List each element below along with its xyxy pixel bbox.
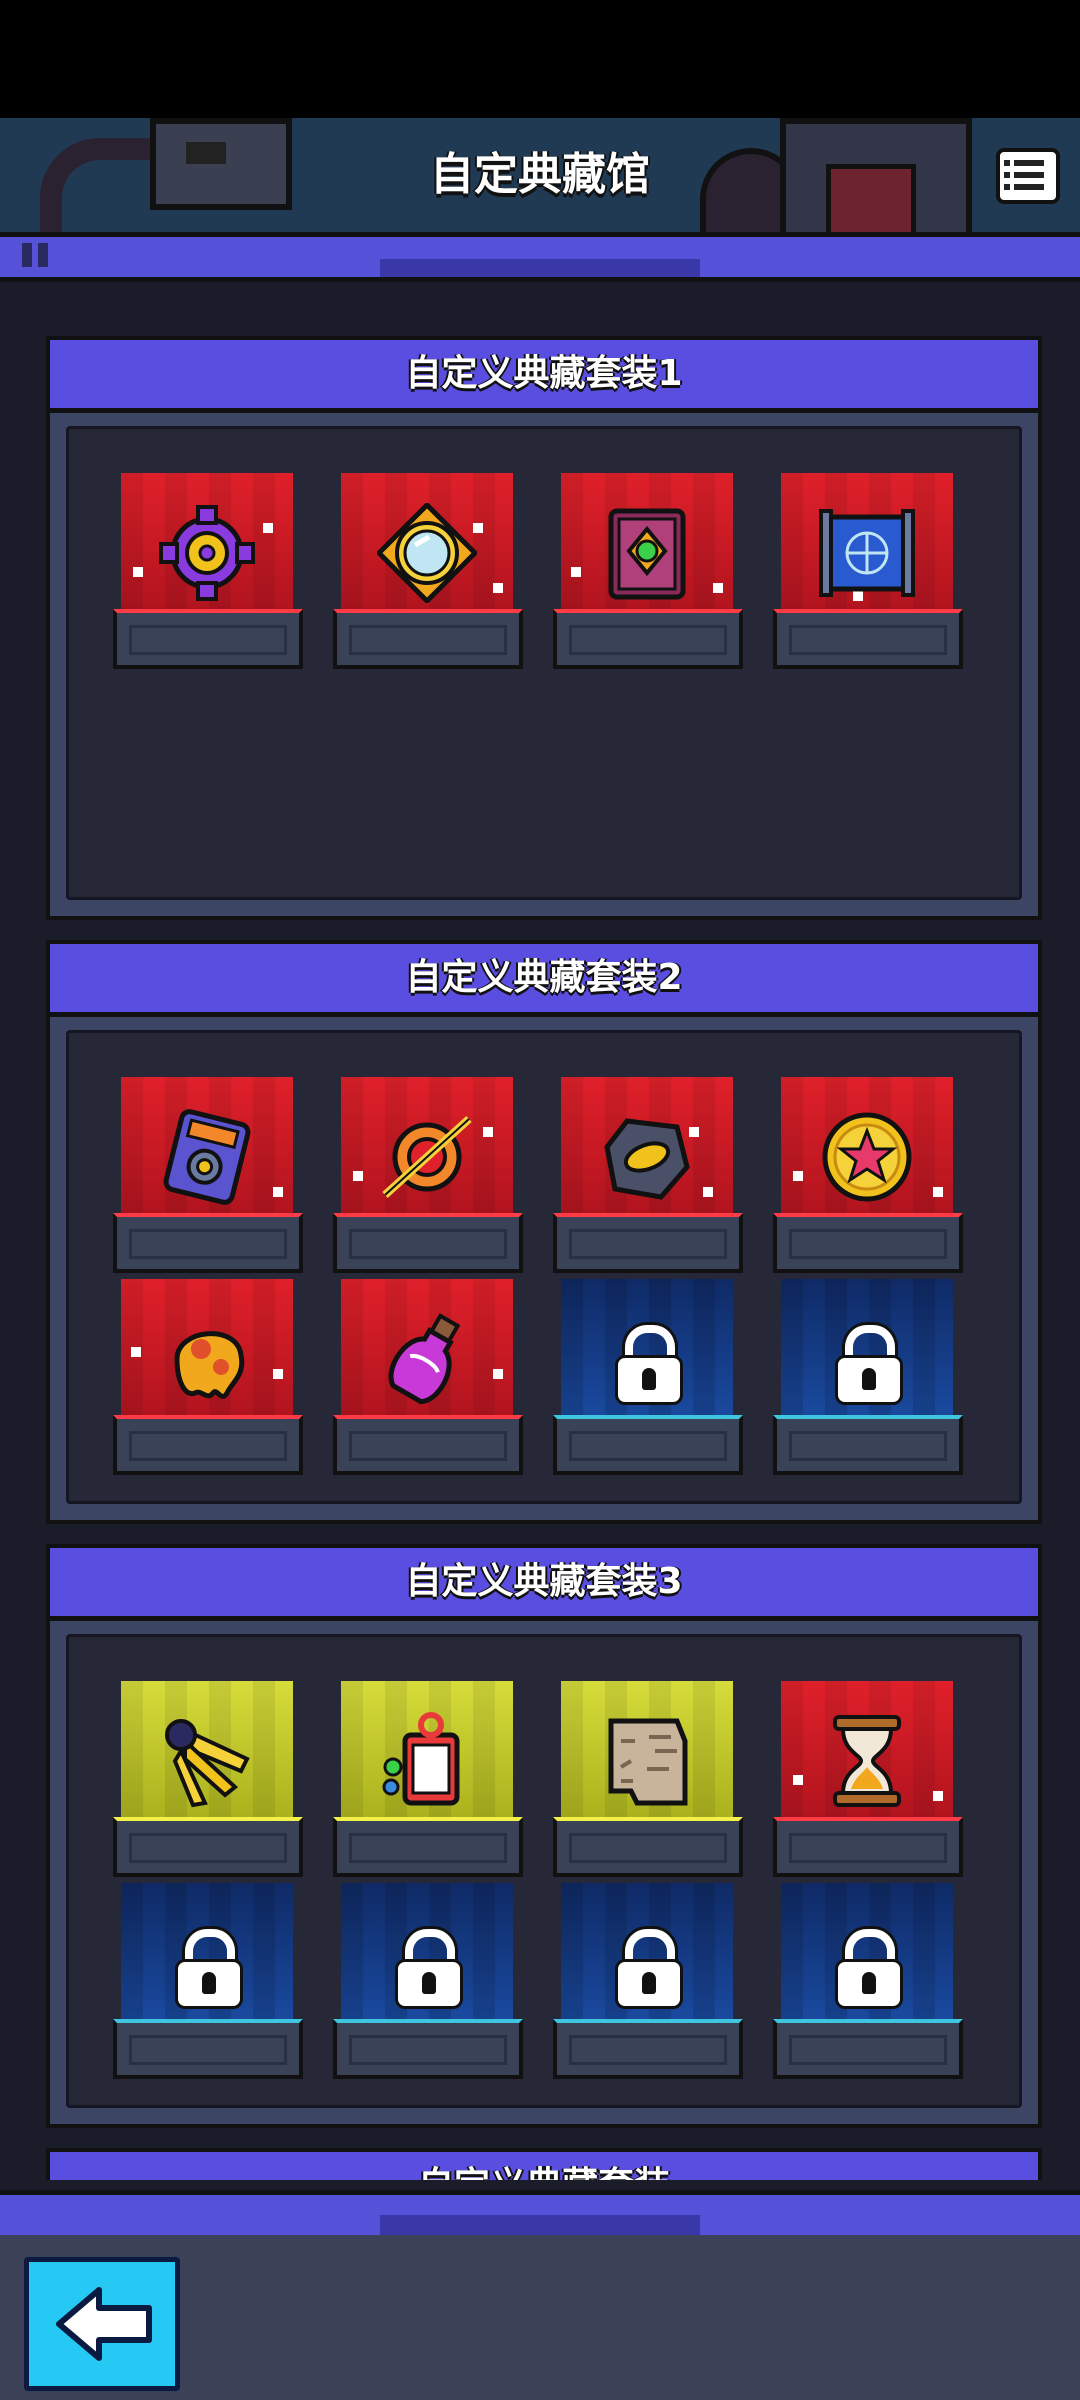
stone-tablet-icon bbox=[608, 1718, 688, 1806]
device-panel-icon bbox=[163, 1109, 251, 1205]
collection-slot[interactable] bbox=[553, 1077, 743, 1277]
collection-slot[interactable] bbox=[553, 473, 743, 673]
golden-mirror-icon bbox=[377, 503, 477, 603]
locked-slot[interactable] bbox=[553, 1279, 743, 1479]
hourglass-icon bbox=[833, 1715, 901, 1807]
lock-icon bbox=[391, 1929, 463, 2009]
status-bar bbox=[0, 0, 1080, 118]
locked-slot[interactable] bbox=[333, 1883, 523, 2083]
footer-bar bbox=[0, 2235, 1080, 2400]
collection-slot[interactable] bbox=[113, 1279, 303, 1479]
header-stripe bbox=[0, 232, 1080, 282]
locked-slot[interactable] bbox=[113, 1883, 303, 2083]
back-arrow-icon bbox=[56, 2287, 152, 2361]
lock-icon bbox=[611, 1325, 683, 1405]
collection-set-4: 自定义典藏套装 bbox=[46, 2148, 1042, 2180]
collection-slot[interactable] bbox=[113, 473, 303, 673]
collection-slot[interactable] bbox=[333, 1077, 523, 1277]
collection-slot[interactable] bbox=[333, 473, 523, 673]
collection-set-2: 自定义典藏套装2 bbox=[46, 940, 1042, 1524]
collection-list[interactable]: 自定义典藏套装1 自定义典藏套装2 自定义典藏套装3 bbox=[0, 280, 1080, 2180]
collection-slot[interactable] bbox=[113, 1077, 303, 1277]
collection-set-1: 自定义典藏套装1 bbox=[46, 336, 1042, 920]
collection-slot[interactable] bbox=[553, 1681, 743, 1881]
list-icon[interactable] bbox=[996, 148, 1060, 204]
lock-icon bbox=[831, 1929, 903, 2009]
back-button[interactable] bbox=[24, 2257, 180, 2391]
collection-slot[interactable] bbox=[773, 1681, 963, 1881]
locked-slot[interactable] bbox=[773, 1883, 963, 2083]
locked-slot[interactable] bbox=[773, 1279, 963, 1479]
set-title: 自定义典藏套装2 bbox=[50, 944, 1038, 1017]
page-title: 自定典藏馆 bbox=[430, 149, 650, 200]
spell-book-icon bbox=[608, 508, 686, 600]
set-title: 自定义典藏套装3 bbox=[50, 1548, 1038, 1621]
collection-slot[interactable] bbox=[773, 1077, 963, 1277]
locked-slot[interactable] bbox=[553, 1883, 743, 2083]
orange-orb-icon bbox=[382, 1116, 472, 1198]
lock-icon bbox=[171, 1929, 243, 2009]
set-title: 自定义典藏套装 bbox=[50, 2152, 1038, 2180]
blueprint-scroll-icon bbox=[819, 509, 915, 597]
yellow-claw-icon bbox=[165, 1719, 250, 1808]
lock-icon bbox=[831, 1325, 903, 1405]
potion-bottle-icon bbox=[388, 1313, 461, 1405]
lava-blob-icon bbox=[174, 1331, 245, 1399]
collection-slot[interactable] bbox=[333, 1279, 523, 1479]
collection-set-3: 自定义典藏套装3 bbox=[46, 1544, 1042, 2128]
collection-slot[interactable] bbox=[333, 1681, 523, 1881]
gift-card-icon bbox=[382, 1712, 460, 1806]
collection-slot[interactable] bbox=[773, 473, 963, 673]
footer-stripe bbox=[0, 2190, 1080, 2240]
set-title: 自定义典藏套装1 bbox=[50, 340, 1038, 413]
lock-icon bbox=[611, 1929, 683, 2009]
stone-badge-icon bbox=[604, 1118, 690, 1200]
purple-gear-icon bbox=[159, 505, 255, 601]
star-medal-icon bbox=[822, 1112, 912, 1202]
pause-icon bbox=[22, 243, 32, 267]
collection-slot[interactable] bbox=[113, 1681, 303, 1881]
